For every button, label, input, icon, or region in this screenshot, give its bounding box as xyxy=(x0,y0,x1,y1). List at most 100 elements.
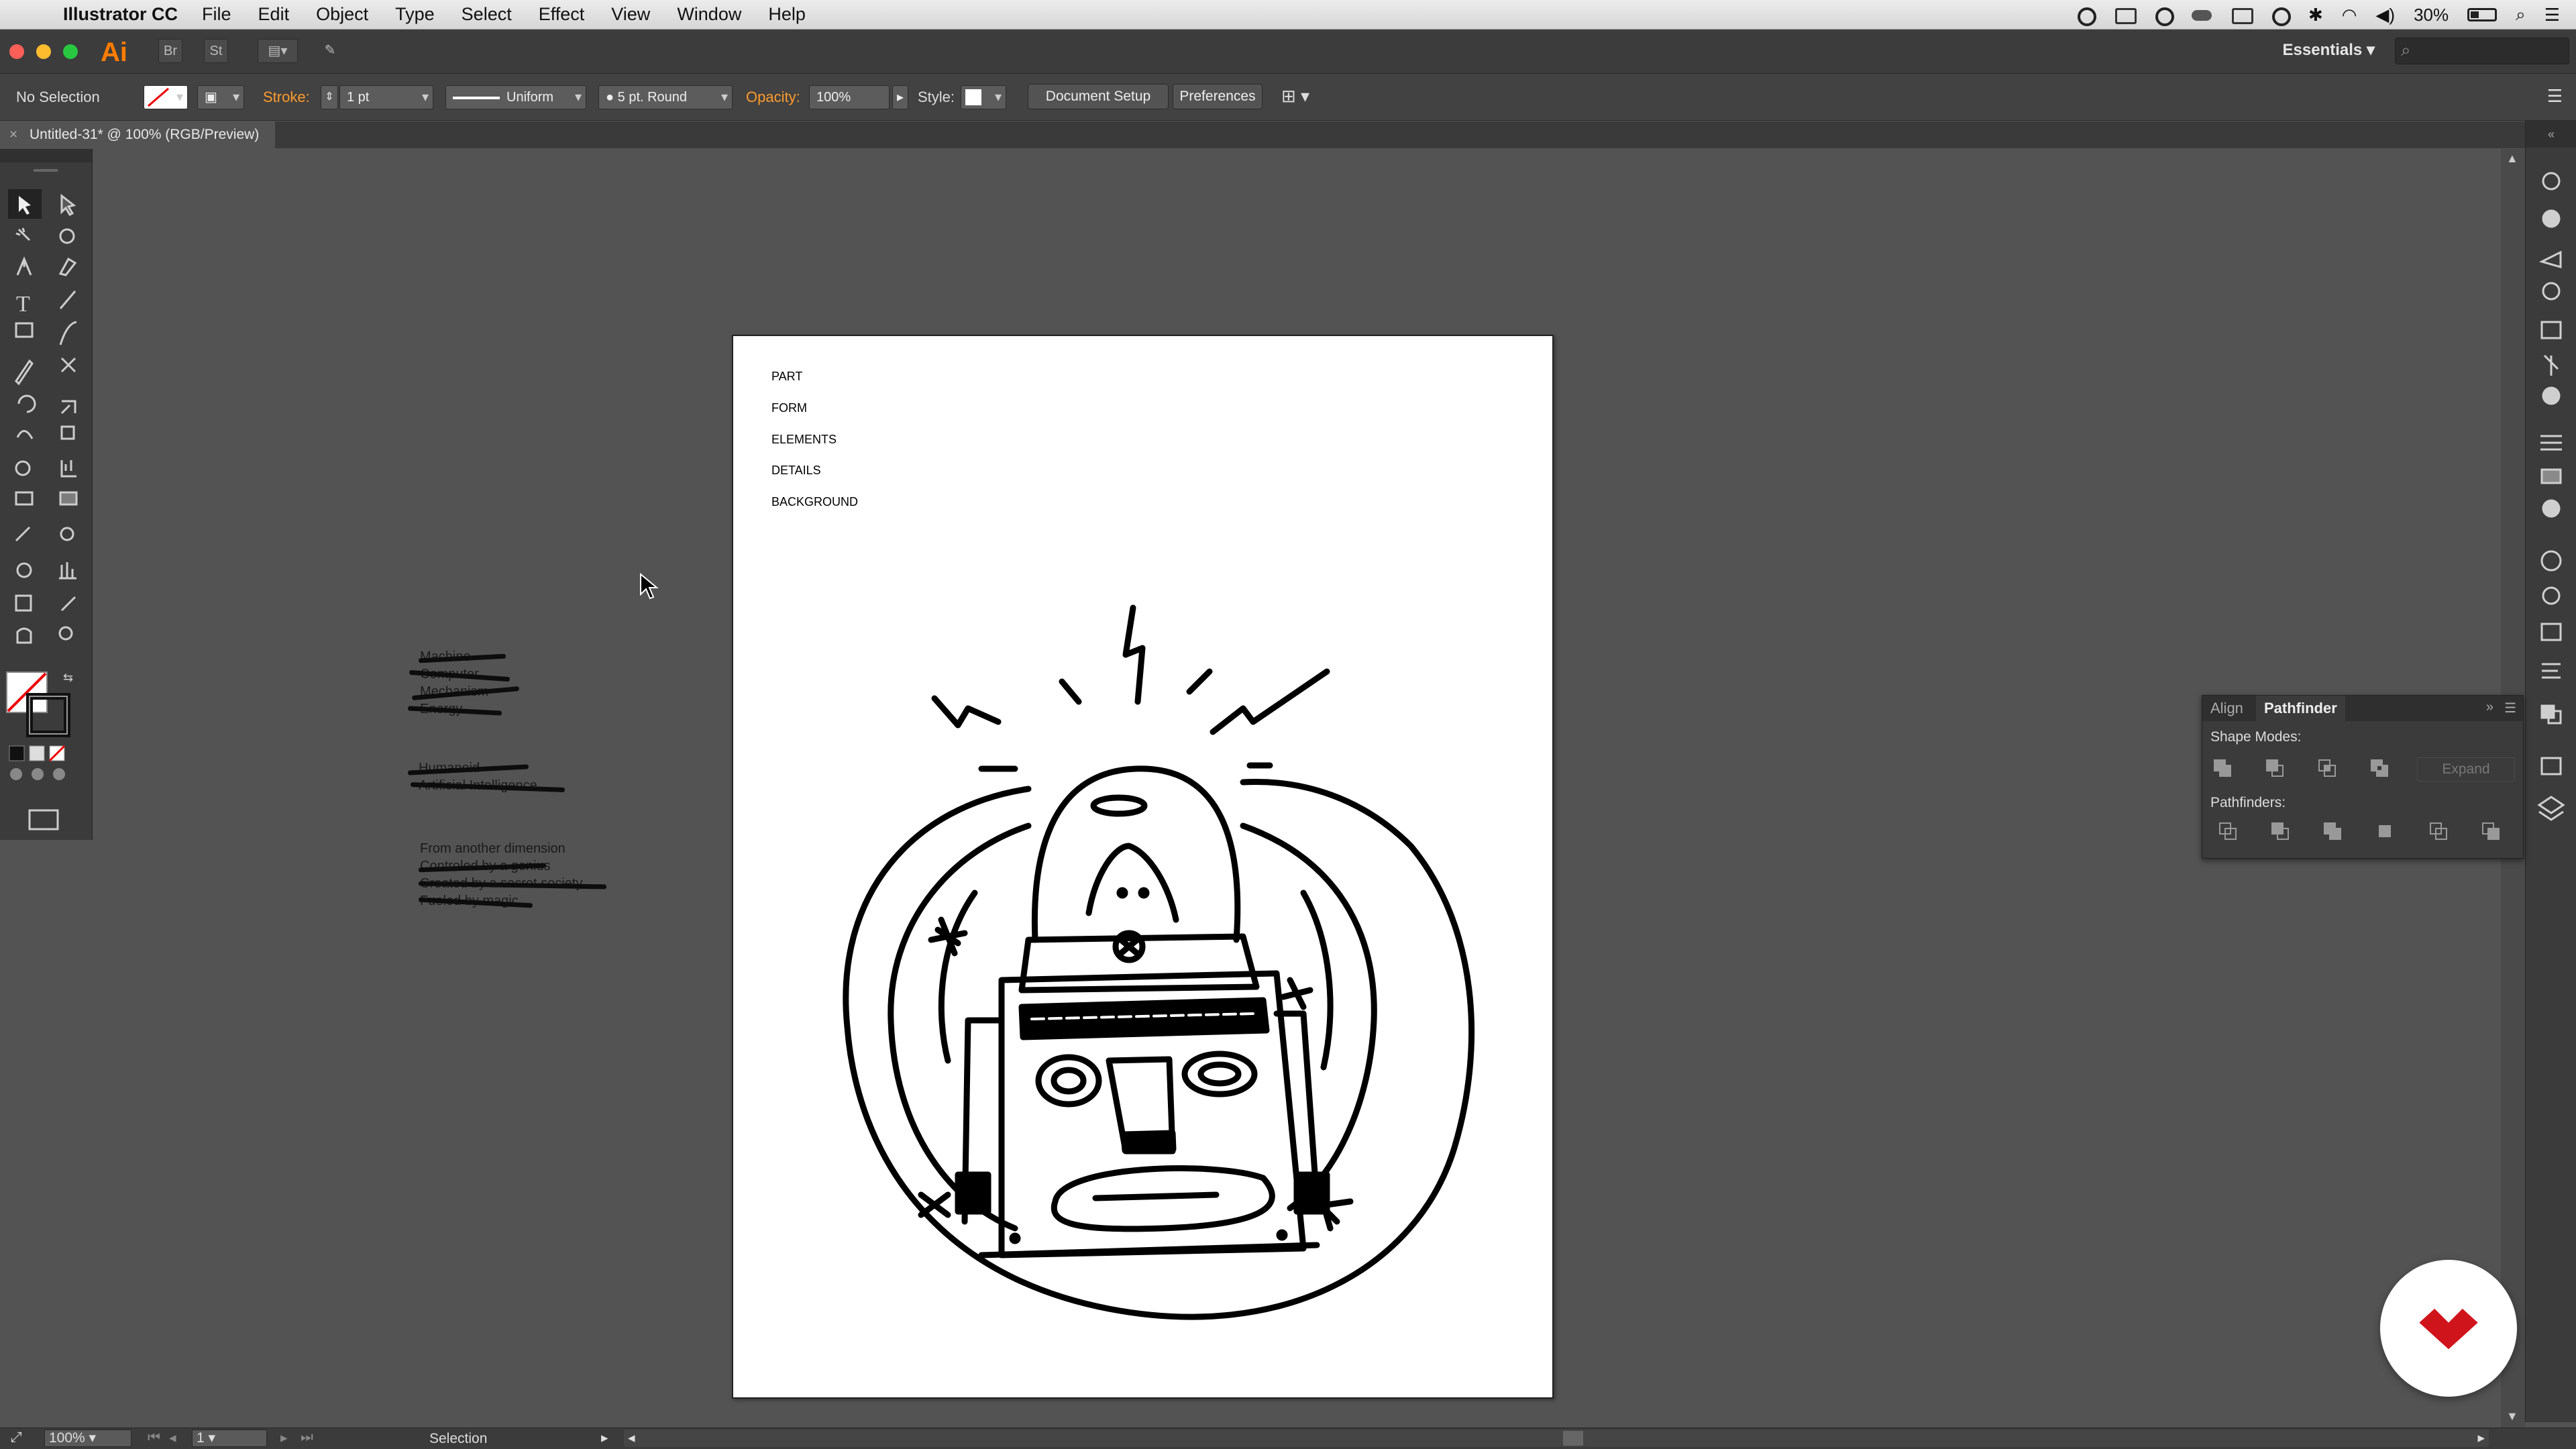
creative-cloud-icon[interactable] xyxy=(2153,6,2174,26)
type-tool-icon: T xyxy=(16,292,30,317)
eye-right xyxy=(1181,1051,1258,1097)
fill-swatch[interactable] xyxy=(144,85,188,109)
wifi-icon[interactable]: ◠ xyxy=(2342,5,2357,25)
minus-front-icon xyxy=(2266,759,2284,777)
dome-highlight xyxy=(1090,794,1148,817)
stock-button[interactable]: St xyxy=(204,39,228,63)
opacity-arrow[interactable]: ▸ xyxy=(892,85,908,109)
tab-align[interactable]: Align xyxy=(2202,696,2251,721)
menu-view[interactable]: View xyxy=(611,4,650,25)
variable-width-profile[interactable]: Uniform xyxy=(445,85,586,109)
previous-artboard-button[interactable]: ◂ xyxy=(169,1430,176,1446)
artboards-panel-icon xyxy=(2540,623,2562,641)
panel-menu-icon[interactable]: ☰ xyxy=(2547,86,2563,107)
status-menu-arrow[interactable]: ▸ xyxy=(601,1430,608,1446)
menu-type[interactable]: Type xyxy=(395,4,435,25)
stroke-weight-stepper[interactable]: ⇕ xyxy=(321,85,338,109)
app-menu[interactable]: Illustrator CC xyxy=(63,4,178,25)
menu-object[interactable]: Object xyxy=(316,4,368,25)
scroll-up-arrow[interactable]: ▲ xyxy=(2506,152,2518,166)
first-artboard-button[interactable]: ⏮ xyxy=(148,1430,160,1446)
transform-panel-icon xyxy=(2540,757,2562,775)
free-transform-icon xyxy=(60,425,75,440)
outer-aura xyxy=(843,778,1475,1320)
cloud-icon[interactable] xyxy=(2191,6,2212,23)
preferences-button[interactable]: Preferences xyxy=(1173,84,1263,109)
stroke-swatch[interactable]: ▣ xyxy=(197,85,244,109)
workspace-switcher[interactable]: Essentials ▾ xyxy=(2283,40,2375,60)
panel-menu-icon[interactable]: ☰ xyxy=(2504,700,2516,716)
panel-grip[interactable] xyxy=(34,169,58,172)
battery-icon[interactable] xyxy=(2467,8,2498,21)
volume-icon[interactable]: ◀) xyxy=(2375,5,2395,25)
dock-icons xyxy=(2537,172,2565,821)
current-tool-status: Selection xyxy=(429,1431,488,1446)
scratch-text[interactable]: From another dimension xyxy=(420,841,566,857)
next-artboard-button[interactable]: ▸ xyxy=(280,1430,288,1446)
opacity-label[interactable]: Opacity: xyxy=(746,89,800,106)
graphic-style-swatch[interactable] xyxy=(961,85,1006,109)
artboard[interactable]: PART FORM ELEMENTS DETAILS BACKGROUND xyxy=(732,335,1554,1399)
search-help-input[interactable] xyxy=(2395,38,2569,64)
gradient-mode-icon xyxy=(29,745,45,761)
document-tab[interactable]: × Untitled-31* @ 100% (RGB/Preview) xyxy=(0,121,276,148)
collapse-panel-icon[interactable]: » xyxy=(2486,700,2493,715)
stroke-weight-input[interactable]: 1 pt xyxy=(339,85,433,109)
horizontal-scrollbar[interactable]: ◂ ▸ xyxy=(624,1430,2489,1447)
bridge-button[interactable]: Br xyxy=(158,39,182,63)
canvas-area[interactable]: Machine Computer Mechanism Energy Humano… xyxy=(93,149,2491,1428)
airplay-icon[interactable] xyxy=(2231,6,2253,24)
arrange-documents-button[interactable]: ▤▾ xyxy=(258,39,298,63)
expand-button[interactable]: Expand xyxy=(2417,757,2515,782)
dropbox-icon[interactable] xyxy=(2114,6,2137,24)
channel-logo-badge xyxy=(2380,1260,2517,1397)
scroll-down-arrow[interactable]: ▼ xyxy=(2506,1409,2518,1424)
document-setup-button[interactable]: Document Setup xyxy=(1028,84,1169,109)
menu-file[interactable]: File xyxy=(202,4,231,25)
menu-help[interactable]: Help xyxy=(768,4,806,25)
menu-window[interactable]: Window xyxy=(677,4,741,25)
bluetooth-icon[interactable]: ✱ xyxy=(2308,5,2323,25)
mouse-cursor-icon xyxy=(640,573,659,600)
tools-icons: T ⇆ xyxy=(6,189,78,830)
rotate-view-icon[interactable]: ⤢ xyxy=(11,1430,22,1446)
menu-effect[interactable]: Effect xyxy=(539,4,585,25)
spotlight-icon[interactable]: ⌕ xyxy=(2516,4,2526,25)
tab-pathfinder[interactable]: Pathfinder xyxy=(2256,696,2345,721)
close-tab-icon[interactable]: × xyxy=(9,121,17,148)
battery-percent: 30% xyxy=(2414,4,2449,25)
artboard-number-dropdown[interactable]: 1 ▾ xyxy=(192,1430,267,1447)
zoom-tool-icon xyxy=(58,626,73,641)
scale-tool-icon xyxy=(60,400,76,415)
record-icon[interactable] xyxy=(2075,6,2096,26)
column-graph-icon xyxy=(59,562,76,580)
brush-definition[interactable]: ● 5 pt. Round xyxy=(598,85,733,109)
close-window-button[interactable] xyxy=(9,44,24,59)
pencil-tool-icon xyxy=(15,359,34,386)
pen-tool-icon xyxy=(16,256,32,276)
gpu-performance-icon[interactable]: ✎ xyxy=(315,39,345,63)
scroll-right-arrow[interactable]: ▸ xyxy=(2477,1430,2485,1446)
menu-select[interactable]: Select xyxy=(462,4,512,25)
crop-icon xyxy=(2379,825,2391,837)
time-machine-icon[interactable] xyxy=(2269,6,2291,26)
menu-edit[interactable]: Edit xyxy=(258,4,290,25)
red-logo-icon xyxy=(2419,1308,2478,1350)
scroll-left-arrow[interactable]: ◂ xyxy=(628,1430,635,1446)
notification-center-icon[interactable]: ☰ xyxy=(2544,5,2560,25)
scroll-thumb[interactable] xyxy=(1563,1431,1583,1446)
pathfinder-tabs: Align Pathfinder » ☰ xyxy=(2202,696,2523,721)
tools-panel-header[interactable] xyxy=(0,149,92,162)
minimize-window-button[interactable] xyxy=(36,44,51,59)
arrange-icon[interactable]: ⊞ ▾ xyxy=(1281,86,1309,107)
collapse-dock-icon[interactable]: « xyxy=(2526,121,2576,148)
line-tool-icon xyxy=(59,290,76,309)
zoom-level-dropdown[interactable]: 100% ▾ xyxy=(44,1430,131,1447)
figure-head xyxy=(1085,843,1179,923)
zoom-window-button[interactable] xyxy=(63,44,78,59)
opacity-input[interactable]: 100% xyxy=(809,85,890,109)
stroke-label[interactable]: Stroke: xyxy=(263,89,310,106)
last-artboard-button[interactable]: ⏭ xyxy=(301,1430,313,1446)
robot-illustration[interactable] xyxy=(733,336,1555,1400)
side-panels xyxy=(961,1010,1320,1225)
